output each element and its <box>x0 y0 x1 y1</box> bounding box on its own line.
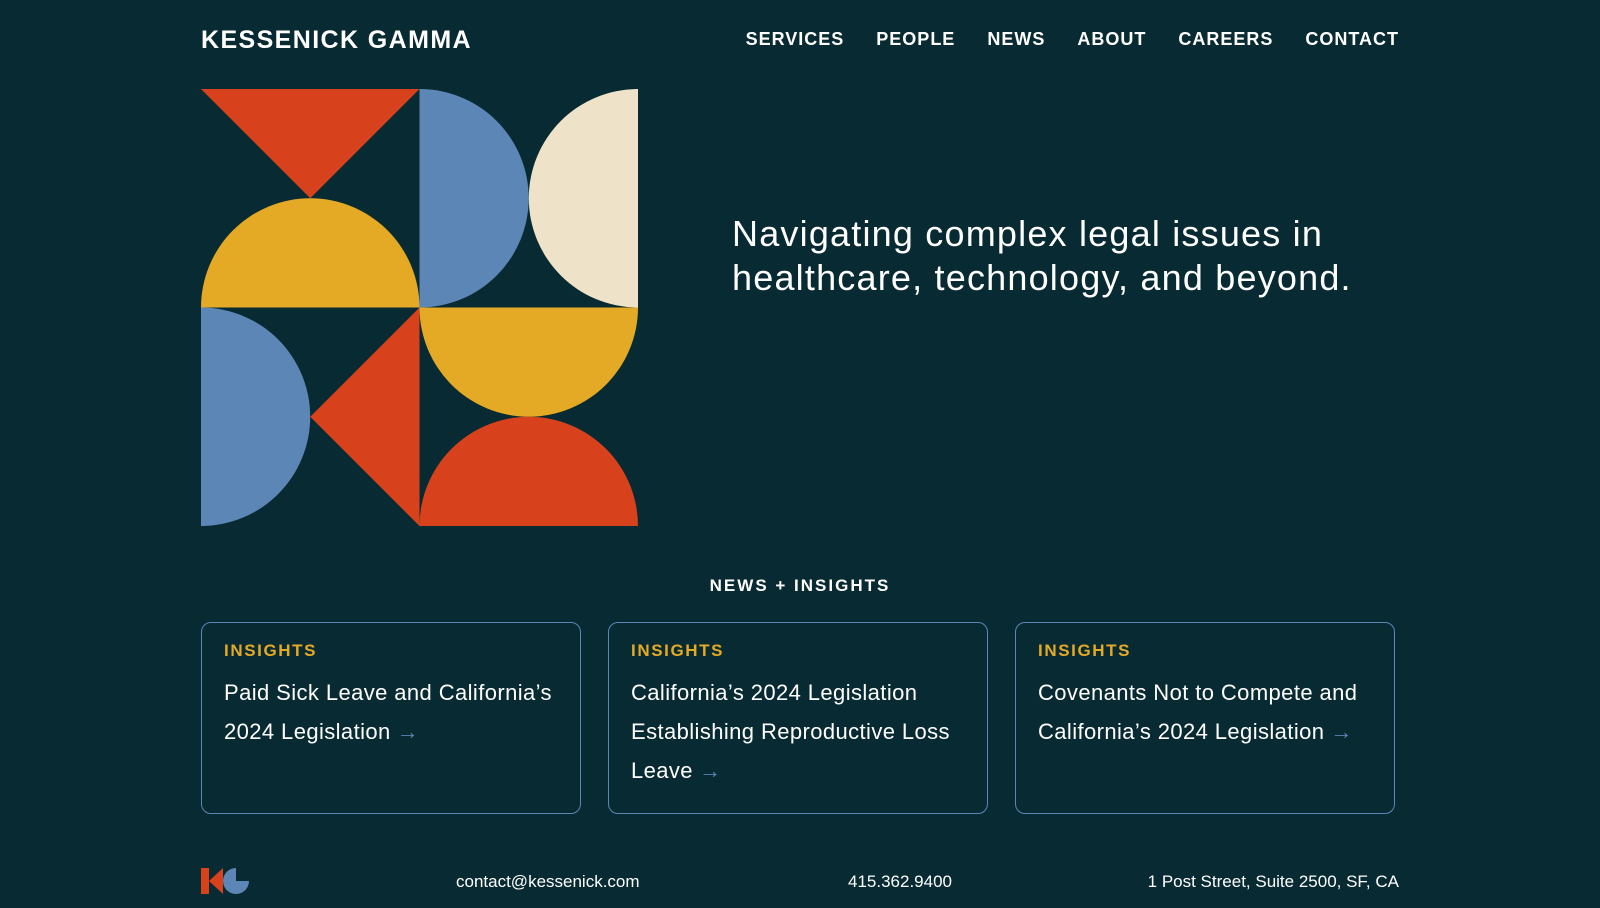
card-title: Paid Sick Leave and California’s 2024 Le… <box>224 673 558 751</box>
arrow-right-icon: → <box>698 758 722 783</box>
footer-email-link[interactable]: contact@kessenick.com <box>456 872 640 892</box>
nav-contact[interactable]: CONTACT <box>1305 29 1399 50</box>
card-title-text: Paid Sick Leave and California’s 2024 Le… <box>224 680 552 744</box>
nav-people[interactable]: PEOPLE <box>876 29 955 50</box>
hero-geometric-art <box>201 89 638 526</box>
card-tag: INSIGHTS <box>631 641 725 660</box>
site-header: KESSENICK GAMMA SERVICES PEOPLE NEWS ABO… <box>201 24 1399 58</box>
arrow-right-icon: → <box>1330 719 1353 744</box>
kg-logo-icon[interactable] <box>201 868 249 894</box>
main-nav: SERVICES PEOPLE NEWS ABOUT CAREERS CONTA… <box>746 29 1399 50</box>
art-yellow-dome <box>201 198 420 308</box>
news-section-title: NEWS + INSIGHTS <box>709 576 891 595</box>
nav-about[interactable]: ABOUT <box>1077 29 1146 50</box>
footer-phone-link[interactable]: 415.362.9400 <box>848 872 952 892</box>
news-card[interactable]: INSIGHTS Paid Sick Leave and California’… <box>201 622 581 814</box>
nav-services[interactable]: SERVICES <box>746 29 845 50</box>
card-title-text: California’s 2024 Legislation Establishi… <box>631 680 950 783</box>
art-orange-triangle-top <box>201 89 420 199</box>
hero-headline: Navigating complex legal issues in healt… <box>732 213 1352 298</box>
card-tag: INSIGHTS <box>224 641 318 660</box>
art-blue-half-circle-top <box>419 89 529 308</box>
art-yellow-bowl <box>419 307 638 417</box>
site-footer: contact@kessenick.com 415.362.9400 1 Pos… <box>201 868 1399 898</box>
nav-news[interactable]: NEWS <box>987 29 1045 50</box>
news-card[interactable]: INSIGHTS California’s 2024 Legislation E… <box>608 622 988 814</box>
art-cream-half-circle <box>528 89 638 308</box>
art-orange-triangle-left <box>310 307 420 526</box>
page: KESSENICK GAMMA SERVICES PEOPLE NEWS ABO… <box>201 0 1399 908</box>
art-orange-dome <box>419 416 638 526</box>
card-title: California’s 2024 Legislation Establishi… <box>631 673 965 790</box>
nav-careers[interactable]: CAREERS <box>1178 29 1273 50</box>
logo-link[interactable]: KESSENICK GAMMA <box>201 26 472 55</box>
card-tag: INSIGHTS <box>1038 641 1132 660</box>
footer-address: 1 Post Street, Suite 2500, SF, CA <box>1147 872 1399 891</box>
art-blue-half-circle-bottom <box>201 307 311 526</box>
card-title-text: Covenants Not to Compete and California’… <box>1038 680 1358 744</box>
news-cards: INSIGHTS Paid Sick Leave and California’… <box>201 622 1399 814</box>
news-card[interactable]: INSIGHTS Covenants Not to Compete and Ca… <box>1015 622 1395 814</box>
arrow-right-icon: → <box>396 719 420 744</box>
card-title: Covenants Not to Compete and California’… <box>1038 673 1372 751</box>
